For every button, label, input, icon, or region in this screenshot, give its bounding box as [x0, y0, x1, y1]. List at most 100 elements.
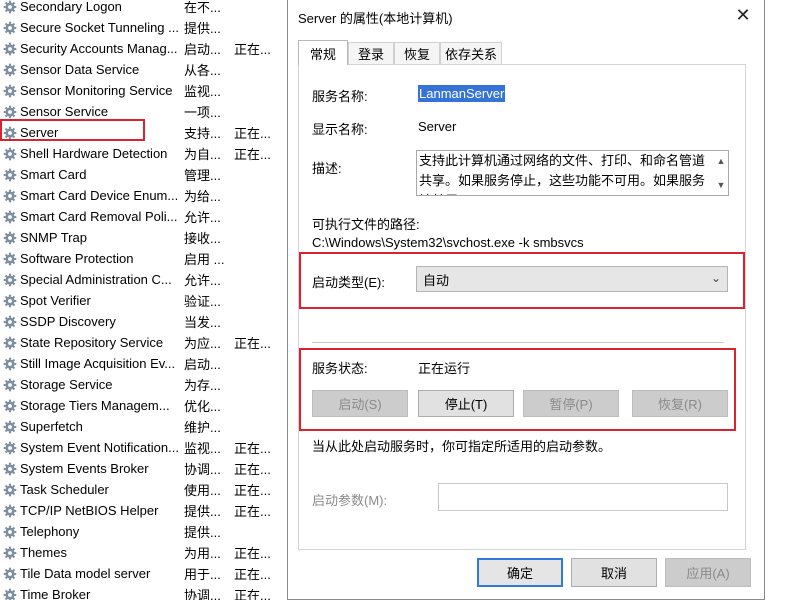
service-name: Tile Data model server [20, 566, 151, 581]
service-name: Sensor Data Service [20, 62, 140, 77]
description-label: 描述: [312, 161, 342, 176]
service-description: 接收... [184, 231, 221, 246]
service-description: 为应... [184, 336, 221, 351]
service-row[interactable]: Software Protection 启用 ... [0, 248, 290, 269]
tab-logon[interactable]: 登录 [348, 42, 394, 64]
scroll-up-icon[interactable]: ▲ [717, 151, 726, 171]
service-name: Superfetch [20, 419, 83, 434]
ok-button[interactable]: 确定 [477, 558, 563, 587]
service-status: 正在... [234, 546, 271, 561]
service-row[interactable]: Security Accounts Manag... 启动... 正在... [0, 38, 290, 59]
exe-path-label: 可执行文件的路径: [312, 217, 420, 232]
service-row[interactable]: Spot Verifier 验证... [0, 290, 290, 311]
gear-icon [3, 357, 17, 371]
service-row[interactable]: SSDP Discovery 当发... [0, 311, 290, 332]
service-row[interactable]: State Repository Service 为应... 正在... [0, 332, 290, 353]
service-description: 优化... [184, 399, 221, 414]
service-name: SNMP Trap [20, 230, 87, 245]
start-params-hint: 当从此处启动服务时，你可指定所适用的启动参数。 [312, 439, 612, 454]
gear-icon [3, 294, 17, 308]
service-name: Telephony [20, 524, 80, 539]
service-row[interactable]: Smart Card 管理... [0, 164, 290, 185]
service-name: Themes [20, 545, 67, 560]
service-row[interactable]: Time Broker 协调... 正在... [0, 584, 290, 600]
exe-path-value: C:\Windows\System32\svchost.exe -k smbsv… [312, 235, 584, 250]
service-row[interactable]: System Events Broker 协调... 正在... [0, 458, 290, 479]
service-description: 提供... [184, 525, 221, 540]
service-description: 允许... [184, 210, 221, 225]
gear-icon [3, 84, 17, 98]
service-row[interactable]: Themes 为用... 正在... [0, 542, 290, 563]
service-row[interactable]: Secure Socket Tunneling ... 提供... [0, 17, 290, 38]
start-button[interactable]: 启动(S) [312, 390, 408, 417]
service-description: 用于... [184, 567, 221, 582]
service-row[interactable]: Superfetch 维护... [0, 416, 290, 437]
service-name: System Events Broker [20, 461, 149, 476]
service-row[interactable]: Storage Tiers Managem... 优化... [0, 395, 290, 416]
service-row[interactable]: SNMP Trap 接收... [0, 227, 290, 248]
tab-dependencies[interactable]: 依存关系 [440, 42, 502, 64]
chevron-down-icon: ⌄ [710, 271, 721, 285]
service-status: 正在... [234, 126, 271, 141]
service-row[interactable]: Still Image Acquisition Ev... 启动... [0, 353, 290, 374]
service-description: 当发... [184, 315, 221, 330]
service-row[interactable]: Special Administration C... 允许... [0, 269, 290, 290]
gear-icon [3, 210, 17, 224]
cancel-button[interactable]: 取消 [571, 558, 657, 587]
service-row[interactable]: Smart Card Removal Poli... 允许... [0, 206, 290, 227]
service-name: Secondary Logon [20, 0, 122, 14]
service-description: 为给... [184, 189, 221, 204]
stop-button[interactable]: 停止(T) [418, 390, 514, 417]
service-row[interactable]: Task Scheduler 使用... 正在... [0, 479, 290, 500]
tab-general[interactable]: 常规 [298, 40, 348, 65]
service-description: 启用 ... [184, 252, 225, 267]
scroll-down-icon[interactable]: ▼ [717, 175, 726, 195]
service-row[interactable]: Smart Card Device Enum... 为给... [0, 185, 290, 206]
gear-icon [3, 105, 17, 119]
description-text: 支持此计算机通过网络的文件、打印、和命名管道共享。如果服务停止，这些功能不可用。… [419, 153, 706, 195]
gear-icon [3, 0, 17, 14]
gear-icon [3, 315, 17, 329]
gear-icon [3, 189, 17, 203]
service-row[interactable]: Secondary Logon 在不... [0, 0, 290, 17]
service-status-label: 服务状态: [312, 361, 368, 376]
gear-icon [3, 420, 17, 434]
gear-icon [3, 462, 17, 476]
service-description: 提供... [184, 504, 221, 519]
server-row-highlight [0, 119, 145, 141]
service-name: State Repository Service [20, 335, 164, 350]
service-description: 监视... [184, 441, 221, 456]
startup-type-dropdown[interactable]: 自动 ⌄ [416, 266, 728, 292]
gear-icon [3, 504, 17, 518]
service-row[interactable]: Tile Data model server 用于... 正在... [0, 563, 290, 584]
close-icon[interactable]: ✕ [732, 4, 754, 26]
gear-icon [3, 588, 17, 600]
service-status: 正在... [234, 147, 271, 162]
startup-type-label: 启动类型(E): [312, 275, 385, 290]
service-name-value[interactable]: LanmanServer [418, 85, 506, 102]
apply-button[interactable]: 应用(A) [665, 558, 751, 587]
service-row[interactable]: Shell Hardware Detection 为自... 正在... [0, 143, 290, 164]
service-row[interactable]: TCP/IP NetBIOS Helper 提供... 正在... [0, 500, 290, 521]
server-properties-dialog: Server 的属性(本地计算机) ✕ 常规 登录 恢复 依存关系 服务名称: … [287, 0, 765, 600]
tab-recovery[interactable]: 恢复 [394, 42, 440, 64]
service-description: 提供... [184, 21, 221, 36]
service-name: Task Scheduler [20, 482, 109, 497]
service-description: 支持... [184, 126, 221, 141]
service-row[interactable]: Storage Service 为存... [0, 374, 290, 395]
service-name: System Event Notification... [20, 440, 179, 455]
service-row[interactable]: Telephony 提供... [0, 521, 290, 542]
display-name-value: Server [418, 119, 457, 134]
service-description: 使用... [184, 483, 221, 498]
divider [312, 342, 724, 343]
service-name: Shell Hardware Detection [20, 146, 168, 161]
description-scrollbar[interactable]: ▲ ▼ [714, 151, 728, 195]
service-status: 正在... [234, 567, 271, 582]
start-params-input[interactable] [438, 483, 728, 511]
service-row[interactable]: Sensor Data Service 从各... [0, 59, 290, 80]
service-row[interactable]: Sensor Monitoring Service 监视... [0, 80, 290, 101]
pause-button[interactable]: 暂停(P) [523, 390, 619, 417]
description-textbox[interactable]: 支持此计算机通过网络的文件、打印、和命名管道共享。如果服务停止，这些功能不可用。… [416, 150, 729, 196]
service-row[interactable]: System Event Notification... 监视... 正在... [0, 437, 290, 458]
resume-button[interactable]: 恢复(R) [632, 390, 728, 417]
